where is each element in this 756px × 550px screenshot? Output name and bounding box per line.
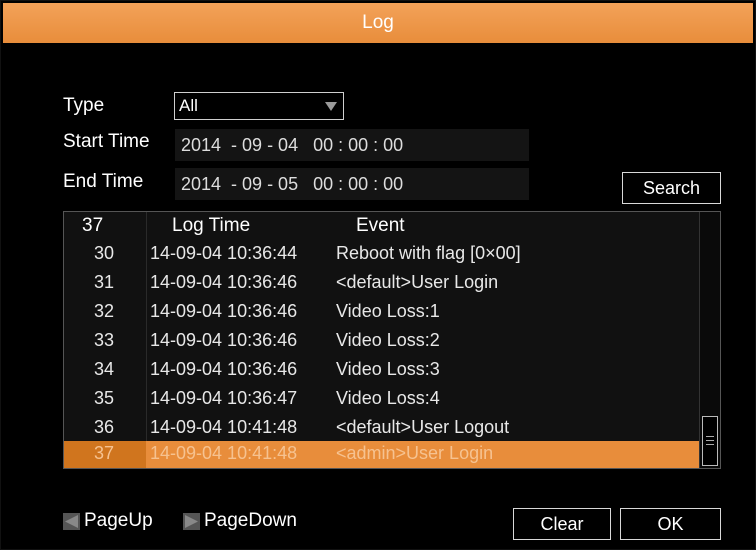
row-time: 14-09-04 10:36:44 <box>150 243 298 263</box>
header-event: Event <box>356 215 405 236</box>
row-time: 14-09-04 10:36:46 <box>150 272 298 292</box>
table-row[interactable]: 33 14-09-04 10:36:46 Video Loss:2 <box>64 328 700 355</box>
table-row[interactable]: 34 14-09-04 10:36:46 Video Loss:3 <box>64 357 700 384</box>
row-number: 31 <box>94 272 115 292</box>
row-time: 14-09-04 10:41:48 <box>150 417 298 437</box>
row-event: Reboot with flag [0×00] <box>336 243 521 263</box>
end-time-label: End Time <box>63 171 144 192</box>
row-number: 35 <box>94 388 115 408</box>
type-label: Type <box>63 95 105 116</box>
clear-button[interactable]: Clear <box>513 508 611 540</box>
list-scrollbar[interactable] <box>699 212 720 468</box>
search-button[interactable]: Search <box>622 172 721 204</box>
row-number: 32 <box>94 301 115 321</box>
pageup-label: PageUp <box>84 510 153 531</box>
scrollbar-thumb[interactable] <box>702 416 718 466</box>
row-number: 37 <box>94 443 115 463</box>
table-row-selected[interactable]: 37 14-09-04 10:41:48 <admin>User Login <box>64 441 700 468</box>
header-log-time: Log Time <box>172 215 251 236</box>
list-header: 37 Log Time Event <box>64 212 700 242</box>
log-dialog: Log Type All Start Time 2014 - 09 - 04 0… <box>0 0 756 550</box>
pagedown-icon <box>183 512 200 530</box>
table-row[interactable]: 32 14-09-04 10:36:46 Video Loss:1 <box>64 299 700 326</box>
row-time: 14-09-04 10:36:46 <box>150 330 298 350</box>
window-title: Log <box>3 3 753 43</box>
table-row[interactable]: 31 14-09-04 10:36:46 <default>User Login <box>64 270 700 297</box>
pagedown-label: PageDown <box>204 510 297 531</box>
start-time-field[interactable]: 2014 - 09 - 04 00 : 00 : 00 <box>175 129 529 161</box>
row-event: Video Loss:2 <box>336 330 440 350</box>
chevron-down-icon <box>325 102 337 111</box>
row-number: 36 <box>94 417 115 437</box>
row-time: 14-09-04 10:36:47 <box>150 388 298 408</box>
row-event: Video Loss:1 <box>336 301 440 321</box>
row-event: <default>User Login <box>336 272 499 292</box>
table-row[interactable]: 35 14-09-04 10:36:47 Video Loss:4 <box>64 386 700 413</box>
type-select-value: All <box>179 96 198 115</box>
row-event: Video Loss:4 <box>336 388 440 408</box>
header-count: 37 <box>82 215 104 236</box>
end-time-field[interactable]: 2014 - 09 - 05 00 : 00 : 00 <box>175 168 529 200</box>
log-list: 37 Log Time Event 30 14-09-04 10:36:44 R… <box>63 211 721 469</box>
row-time: 14-09-04 10:36:46 <box>150 301 298 321</box>
pageup-icon <box>63 512 80 530</box>
table-row[interactable]: 30 14-09-04 10:36:44 Reboot with flag [0… <box>64 241 700 268</box>
ok-button[interactable]: OK <box>620 508 721 540</box>
row-event: Video Loss:3 <box>336 359 440 379</box>
row-event: <admin>User Login <box>336 443 494 463</box>
row-time: 14-09-04 10:36:46 <box>150 359 298 379</box>
row-time: 14-09-04 10:41:48 <box>150 443 298 463</box>
pagedown-button[interactable]: PageDown <box>183 510 297 532</box>
row-number: 30 <box>94 243 115 263</box>
row-event: <default>User Logout <box>336 417 510 437</box>
type-select[interactable]: All <box>174 92 344 120</box>
start-time-label: Start Time <box>63 131 150 152</box>
pageup-button[interactable]: PageUp <box>63 510 153 532</box>
row-number: 33 <box>94 330 115 350</box>
row-number: 34 <box>94 359 115 379</box>
table-row[interactable]: 36 14-09-04 10:41:48 <default>User Logou… <box>64 415 700 442</box>
